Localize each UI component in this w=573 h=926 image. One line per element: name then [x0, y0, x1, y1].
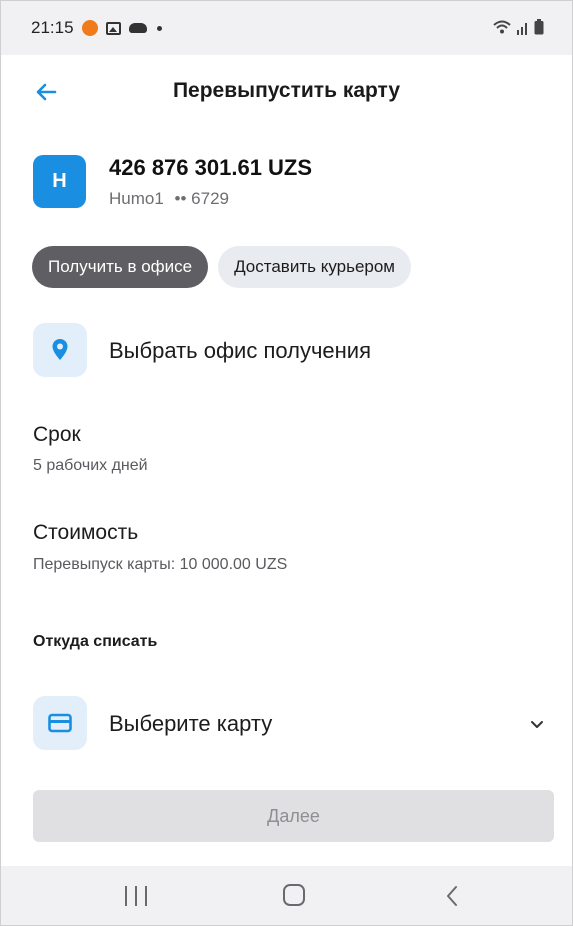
card-brand-logo: H	[33, 155, 86, 208]
screen: 21:15 Перевыпустить карту H 426 876 301.…	[0, 0, 573, 926]
source-section-title: Откуда списать	[33, 633, 158, 650]
system-nav-bar	[1, 866, 572, 925]
battery-icon	[534, 19, 544, 35]
term-value: 5 рабочих дней	[33, 457, 148, 474]
location-icon-box	[33, 323, 87, 377]
term-title: Срок	[33, 423, 81, 446]
app-header: Перевыпустить карту	[1, 63, 572, 123]
card-subtitle: Humo1 •• 6729	[109, 189, 229, 209]
card-balance: 426 876 301.61 UZS	[109, 155, 313, 180]
delivery-options: Получить в офисе Доставить курьером	[32, 246, 411, 288]
status-bar: 21:15	[1, 1, 572, 55]
dot-icon	[156, 25, 162, 31]
credit-card-icon	[48, 713, 72, 733]
card-logo-letter: H	[52, 170, 67, 192]
page-title: Перевыпустить карту	[172, 79, 401, 102]
card-select-label: Выберите карту	[109, 711, 273, 736]
cloud-icon	[128, 23, 147, 33]
card-name: Humo1	[109, 189, 164, 208]
chip-courier-delivery[interactable]: Доставить курьером	[218, 246, 411, 288]
recents-icon[interactable]	[125, 886, 147, 906]
card-summary: H 426 876 301.61 UZS Humo1 •• 6729	[33, 151, 533, 211]
home-icon[interactable]	[283, 884, 305, 906]
select-office-label: Выбрать офис получения	[109, 338, 372, 363]
card-select-dropdown[interactable]: Выберите карту	[33, 696, 551, 752]
wifi-icon	[493, 20, 511, 34]
chip-pickup-office[interactable]: Получить в офисе	[32, 246, 209, 288]
chevron-down-icon	[531, 721, 543, 728]
next-button[interactable]: Далее	[33, 790, 554, 842]
cost-title: Стоимость	[33, 521, 139, 544]
card-icon-box	[33, 696, 87, 750]
status-right	[492, 19, 544, 35]
status-time: 21:15	[31, 18, 74, 37]
gallery-icon	[105, 21, 121, 35]
back-icon[interactable]	[442, 884, 462, 908]
cost-value: Перевыпуск карты: 10 000.00 UZS	[33, 556, 288, 573]
select-office-row[interactable]: Выбрать офис получения	[33, 323, 543, 379]
location-pin-icon	[52, 339, 68, 360]
signal-icon	[517, 23, 527, 35]
card-masked-number: •• 6729	[174, 189, 229, 208]
notification-icon	[81, 20, 98, 36]
